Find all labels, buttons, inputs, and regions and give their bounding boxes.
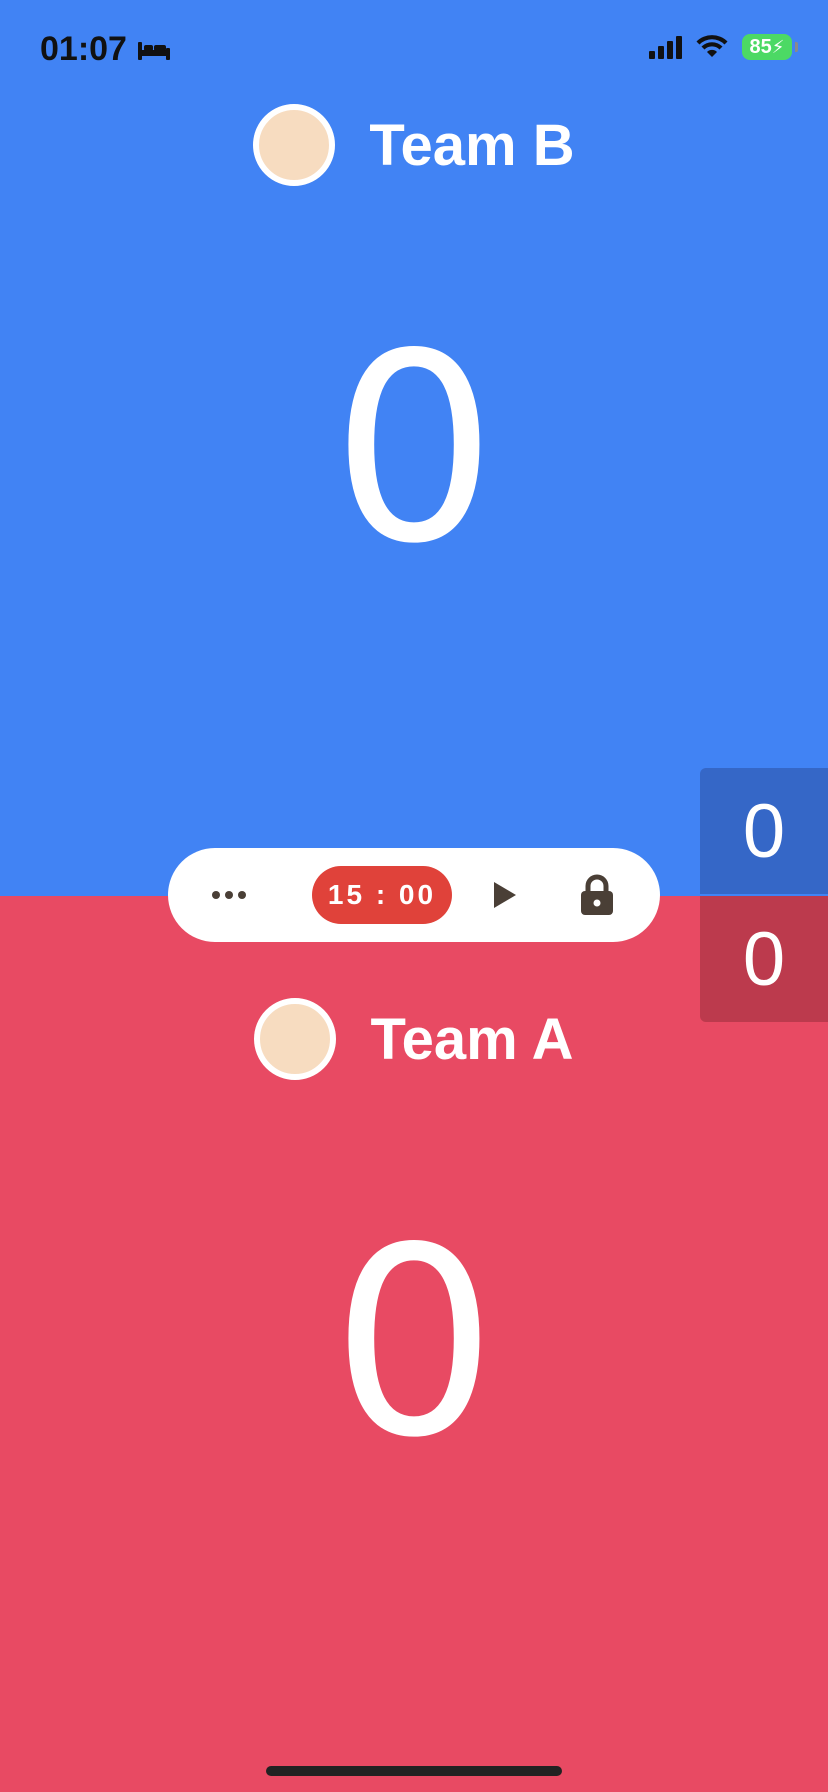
team-b-avatar[interactable] xyxy=(253,104,336,186)
status-indicators: 85 ⚡ xyxy=(649,34,798,60)
more-icon-dot xyxy=(238,891,246,899)
more-button[interactable] xyxy=(204,870,254,920)
home-indicator[interactable] xyxy=(266,1766,562,1776)
lock-icon xyxy=(581,874,613,915)
more-icon-dot xyxy=(225,891,233,899)
control-bar: 15 : 00 xyxy=(168,848,660,942)
team-b-header[interactable]: Team B xyxy=(0,104,828,186)
timer-display[interactable]: 15 : 00 xyxy=(312,866,452,924)
mini-score-team-a[interactable]: 0 xyxy=(700,896,828,1022)
mini-score-team-b[interactable]: 0 xyxy=(700,768,828,894)
status-clock: 01:07 xyxy=(40,30,171,69)
battery-icon: 85 ⚡ xyxy=(742,34,798,60)
play-icon xyxy=(494,882,516,908)
lock-button[interactable] xyxy=(570,868,624,922)
team-a-avatar[interactable] xyxy=(254,998,337,1080)
signal-icon xyxy=(649,35,682,59)
play-button[interactable] xyxy=(478,868,532,922)
team-a-name[interactable]: Team A xyxy=(370,1006,573,1073)
team-a-score[interactable]: 0 xyxy=(0,1214,828,1474)
status-time: 01:07 xyxy=(40,30,127,68)
wifi-icon xyxy=(696,35,728,57)
team-b-score[interactable]: 0 xyxy=(0,320,828,580)
battery-level: 85 xyxy=(749,35,772,58)
charging-bolt: ⚡ xyxy=(771,36,785,57)
more-icon xyxy=(212,891,220,899)
battery-nub xyxy=(795,42,798,52)
status-bar: 01:07 85 ⚡ xyxy=(0,0,828,100)
team-b-name[interactable]: Team B xyxy=(369,112,574,179)
bed-icon xyxy=(137,41,170,60)
